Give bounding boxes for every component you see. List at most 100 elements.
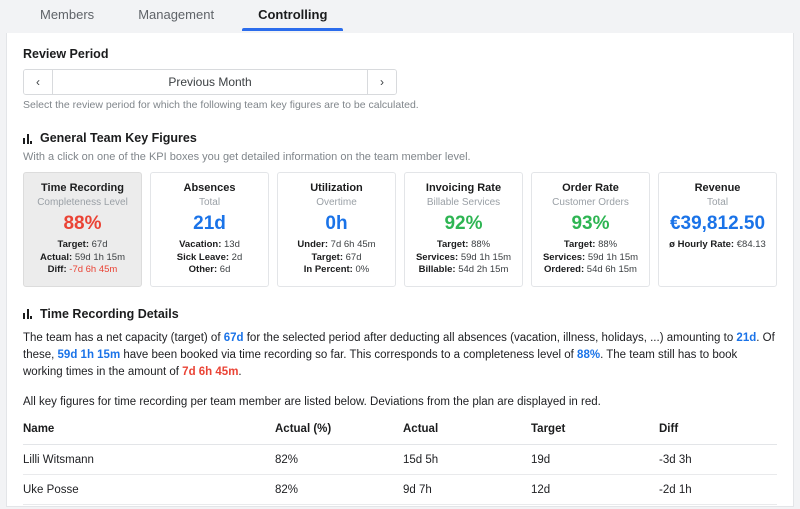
kpi-detail-label: Under: [297,239,329,250]
kpi-value: 21d [193,213,226,234]
column-header-diff: Diff [659,422,777,445]
review-period-value[interactable]: Previous Month [53,70,367,94]
table-header-row: Name Actual (%) Actual Target Diff [23,422,777,445]
kpi-detail-label: Ordered: [544,264,585,275]
kpi-detail-label: Actual: [39,251,73,263]
kpi-title: Revenue [694,182,741,194]
kpi-box-utilization[interactable]: Utilization Overtime 0h Under: 7d 6h 45m Tar… [277,172,396,287]
booked-value: 59d 1h 15m [57,348,121,361]
kpi-detail-line: Actual: 59d 1h 15m [30,252,135,265]
chevron-left-icon[interactable]: ‹ [24,70,53,94]
kpi-detail-label: ø Hourly Rate: [669,239,735,250]
kpi-detail-value: 0% [355,264,370,275]
column-header-target: Target [531,422,659,445]
kpi-value: 0h [325,213,348,234]
kpi-detail-value: 54d 2h 15m [458,264,509,275]
kpi-title: Time Recording [41,182,124,194]
kpi-detail-label: Target: [563,239,596,250]
tab-controlling[interactable]: Controlling [236,0,349,31]
net-capacity-value: 67d [223,331,244,344]
cell-actual-pct: 82% [275,444,403,475]
table-row[interactable]: Carla Fröhlich96%18d 2h19d-6h [23,504,777,506]
tab-management[interactable]: Management [116,0,236,31]
kpi-subtitle: Total [706,197,729,208]
details-note: All key figures for time recording per t… [23,395,601,408]
kpi-detail-line: Services: 59d 1h 15m [411,252,516,265]
table-row[interactable]: Lilli Witsmann 82% 15d 5h 19d -3d 3h [23,444,777,475]
kpi-detail-label: Target: [311,251,344,263]
key-figures-hint: With a click on one of the KPI boxes you… [23,151,471,163]
kpi-detail-value: 59d 1h 15m [587,251,639,263]
kpi-box-absences[interactable]: Absences Total 21d Vacation: 13d Sick Leave:… [150,172,269,287]
bar-chart-icon [23,308,34,319]
cell-name: Lilli Witsmann [23,444,275,475]
kpi-detail-label: Sick Leave: [176,251,230,263]
kpi-value: 93% [571,213,610,234]
column-header-actual: Actual [403,422,531,445]
completeness-value: 88% [577,348,601,361]
kpi-detail-label: Services: [415,251,459,263]
column-header-name: Name [23,422,275,445]
remaining-value: 7d 6h 45m [182,365,239,378]
kpi-detail-label: Target: [436,239,469,250]
kpi-detail-label: Billable: [418,264,456,275]
kpi-detail-label: Target: [57,239,90,250]
kpi-box-row: Time Recording Completeness Level 88% Targe… [23,172,777,287]
kpi-box-revenue[interactable]: Revenue Total €39,812.50 ø Hourly Rate: €84… [658,172,777,287]
kpi-detail-line: Target: 67d [284,252,389,265]
tab-label: Controlling [258,7,328,22]
cell-target: 12d [531,474,659,505]
kpi-detail-value: 2d [231,251,243,263]
cell-diff: -3d 3h [659,444,777,475]
kpi-detail-line: Diff: -7d 6h 45m [30,264,135,277]
kpi-detail-value: 59d 1h 15m [74,251,126,263]
cell-actual: 9d 7h [403,474,531,505]
review-period-title: Review Period [23,47,109,61]
tab-bar: Members Management Controlling [0,0,800,33]
tab-members[interactable]: Members [18,0,116,31]
kpi-title: Invoicing Rate [425,182,502,194]
cell-actual-pct: 82% [275,474,403,505]
cell-diff: -2d 1h [659,474,777,505]
table-row[interactable]: Uke Posse 82% 9d 7h 12d -2d 1h [23,474,777,505]
bar-chart-icon [23,133,34,144]
kpi-subtitle: Completeness Level [37,197,128,208]
details-title: Time Recording Details [40,306,179,321]
cell-target: 19d [531,444,659,475]
cell-actual-pct: 96% [275,504,403,506]
key-figures-title: General Team Key Figures [40,131,197,145]
paragraph-text: have been booked via time recording so f… [120,348,578,361]
kpi-box-time-recording[interactable]: Time Recording Completeness Level 88% Targe… [23,172,142,287]
controlling-panel: Review Period ‹ Previous Month › Select … [6,33,794,507]
kpi-detail-line: Vacation: 13d [157,239,262,252]
details-heading: Time Recording Details [23,307,777,321]
kpi-detail-value: 59d 1h 15m [460,251,512,263]
kpi-title: Utilization [310,182,363,194]
time-recording-table: Name Actual (%) Actual Target Diff Lilli… [23,422,777,506]
kpi-detail-label: Services: [542,251,586,263]
kpi-detail-line: Other: 6d [157,264,262,277]
chevron-right-icon[interactable]: › [367,70,396,94]
kpi-detail-line: Ordered: 54d 6h 15m [538,264,643,277]
tab-label: Management [138,7,215,22]
cell-actual: 18d 2h [403,504,531,506]
paragraph-text: The team has a net capacity (target) of [23,331,224,344]
kpi-detail-value: -7d 6h 45m [69,264,118,275]
kpi-detail-line: Services: 59d 1h 15m [538,252,643,265]
kpi-box-order-rate[interactable]: Order Rate Customer Orders 93% Target: 88% S… [531,172,650,287]
kpi-title: Order Rate [562,182,619,194]
paragraph-text: for the selected period after deducting … [243,331,737,344]
kpi-title: Absences [183,182,236,194]
kpi-box-invoicing-rate[interactable]: Invoicing Rate Billable Services 92% Target… [404,172,523,287]
kpi-detail-line: Target: 88% [538,239,643,252]
kpi-subtitle: Billable Services [426,197,501,208]
kpi-detail-line: Target: 67d [30,239,135,252]
kpi-detail-label: Vacation: [179,239,222,250]
details-paragraph: The team has a net capacity (target) of … [23,330,777,381]
kpi-detail-value: 67d [91,239,108,250]
column-header-actual-pct: Actual (%) [275,422,403,445]
paragraph-text: . [238,365,242,378]
kpi-subtitle: Overtime [316,197,357,208]
cell-name: Uke Posse [23,474,275,505]
kpi-detail-value: 13d [224,239,240,250]
